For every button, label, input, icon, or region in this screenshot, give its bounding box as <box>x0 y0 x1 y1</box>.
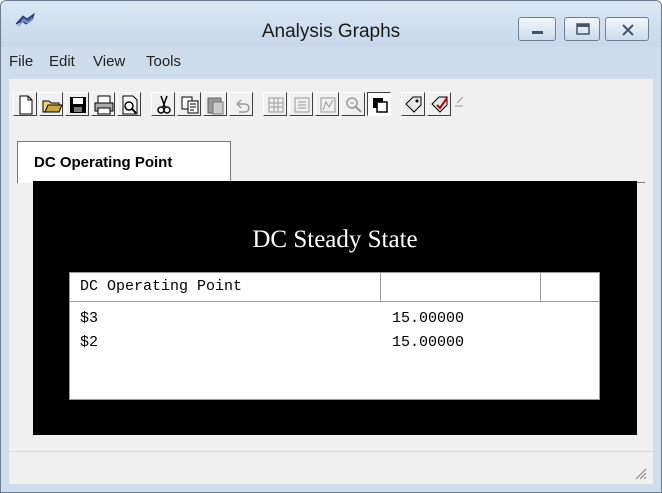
toolbar <box>9 79 653 129</box>
window-title: Analysis Graphs <box>261 21 401 42</box>
print-preview-icon[interactable] <box>117 92 141 116</box>
table-row[interactable]: $2 15.00000 <box>70 331 599 355</box>
more-icon[interactable] <box>453 92 463 116</box>
table-row[interactable]: $3 15.00000 <box>70 307 599 331</box>
open-folder-icon[interactable] <box>39 92 63 116</box>
analysis-graphs-window: Analysis Graphs File Edit View Tools DC … <box>0 0 662 493</box>
close-button[interactable] <box>605 17 649 41</box>
column-header-extra[interactable] <box>541 273 599 301</box>
menu-tools[interactable]: Tools <box>146 53 181 70</box>
menu-file[interactable]: File <box>9 53 33 70</box>
cut-icon[interactable] <box>151 92 175 116</box>
save-icon[interactable] <box>65 92 89 116</box>
table-header: DC Operating Point <box>70 273 599 302</box>
minimize-button[interactable] <box>518 17 556 41</box>
column-header-value[interactable] <box>381 273 541 301</box>
resize-grip-icon[interactable] <box>633 466 647 480</box>
graph-panel: DC Steady State DC Operating Point $3 15… <box>33 181 637 435</box>
maximize-button[interactable] <box>564 17 600 41</box>
row-pointer-marker <box>0 249 1 263</box>
column-header-name[interactable]: DC Operating Point <box>70 273 381 301</box>
copy-icon[interactable] <box>177 92 201 116</box>
graph-title: DC Steady State <box>252 226 418 253</box>
title-bar[interactable]: Analysis Graphs <box>1 1 661 47</box>
zoom-out-icon[interactable] <box>341 92 365 116</box>
undo-icon[interactable] <box>229 92 253 116</box>
row-name: $2 <box>80 334 99 351</box>
tab-bar: DC Operating Point <box>9 135 653 183</box>
row-name: $3 <box>80 310 99 327</box>
client-area: DC Operating Point DC Steady State DC Op… <box>9 79 653 484</box>
status-bar <box>9 451 653 484</box>
row-value: 15.00000 <box>392 310 465 327</box>
results-table: DC Operating Point $3 15.00000 $2 15.000… <box>69 272 600 400</box>
tab-dc-operating-point[interactable]: DC Operating Point <box>17 141 231 183</box>
overlay-icon[interactable] <box>367 92 391 116</box>
print-icon[interactable] <box>91 92 115 116</box>
edit-icon[interactable] <box>427 92 451 116</box>
list-icon[interactable] <box>289 92 313 116</box>
menu-edit[interactable]: Edit <box>49 53 75 70</box>
row-value: 15.00000 <box>392 334 465 351</box>
grid-icon[interactable] <box>263 92 287 116</box>
tab-label: DC Operating Point <box>34 154 173 171</box>
tag-icon[interactable] <box>401 92 425 116</box>
chart-view-icon[interactable] <box>315 92 339 116</box>
new-file-icon[interactable] <box>13 92 37 116</box>
menu-view[interactable]: View <box>93 53 125 70</box>
paste-icon[interactable] <box>203 92 227 116</box>
